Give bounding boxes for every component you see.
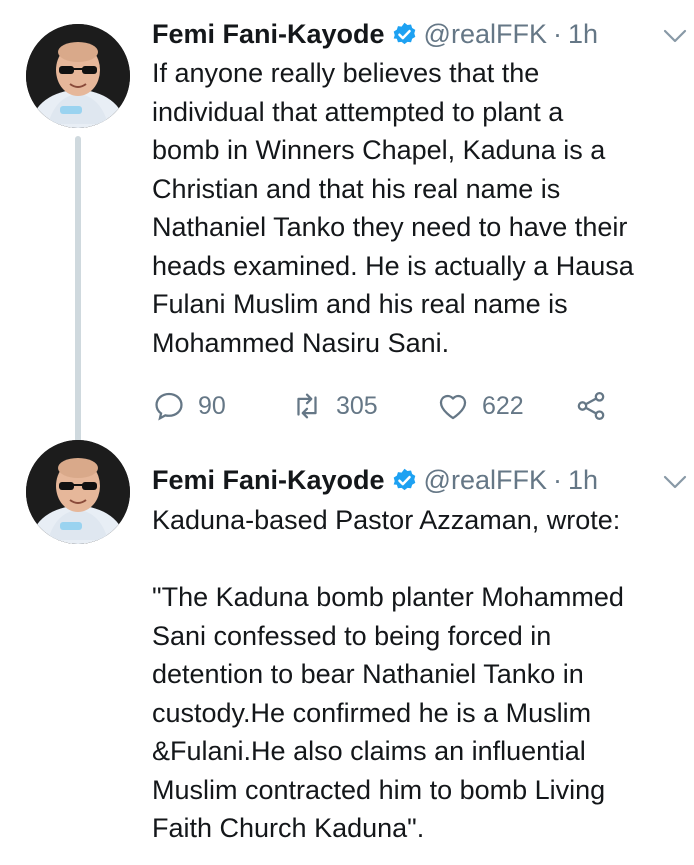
tweet-1[interactable]: Femi Fani-Kayode @realFFK · 1h If anyone… xyxy=(0,0,694,460)
share-icon xyxy=(577,391,605,421)
like-count: 622 xyxy=(482,391,524,420)
chevron-down-icon[interactable] xyxy=(662,26,688,46)
heart-icon xyxy=(439,394,467,420)
avatar[interactable] xyxy=(26,440,130,544)
retweet-icon xyxy=(297,393,317,419)
tweet-actions: 90 305 622 xyxy=(152,386,608,426)
separator-dot: · xyxy=(552,18,562,49)
tweet-header: Femi Fani-Kayode @realFFK · 1h xyxy=(152,17,598,51)
avatar-image xyxy=(26,440,130,544)
avatar-image xyxy=(26,24,130,128)
reply-icon xyxy=(155,392,183,421)
like-button[interactable]: 622 xyxy=(436,389,574,423)
avatar[interactable] xyxy=(26,24,130,128)
verified-badge-icon xyxy=(393,22,415,44)
chevron-down-icon[interactable] xyxy=(662,472,688,492)
author-handle[interactable]: @realFFK xyxy=(424,465,547,496)
author-name[interactable]: Femi Fani-Kayode xyxy=(152,465,385,496)
reply-count: 90 xyxy=(198,391,226,420)
separator-dot: · xyxy=(552,464,562,495)
retweet-count: 305 xyxy=(336,391,378,420)
share-button[interactable] xyxy=(574,389,608,423)
author-name[interactable]: Femi Fani-Kayode xyxy=(152,19,385,50)
author-handle[interactable]: @realFFK xyxy=(424,19,547,50)
tweet-2[interactable]: Femi Fani-Kayode @realFFK · 1h Kaduna-ba… xyxy=(0,440,694,865)
tweet-text: If anyone really believes that the indiv… xyxy=(152,58,634,358)
reply-button[interactable]: 90 xyxy=(152,389,290,423)
timestamp[interactable]: 1h xyxy=(568,19,598,50)
retweet-button[interactable]: 305 xyxy=(290,389,436,423)
verified-badge-icon xyxy=(393,468,415,490)
tweet-header: Femi Fani-Kayode @realFFK · 1h xyxy=(152,463,598,497)
timestamp[interactable]: 1h xyxy=(568,465,598,496)
tweet-text: Kaduna-based Pastor Azzaman, wrote: "The… xyxy=(152,505,624,843)
